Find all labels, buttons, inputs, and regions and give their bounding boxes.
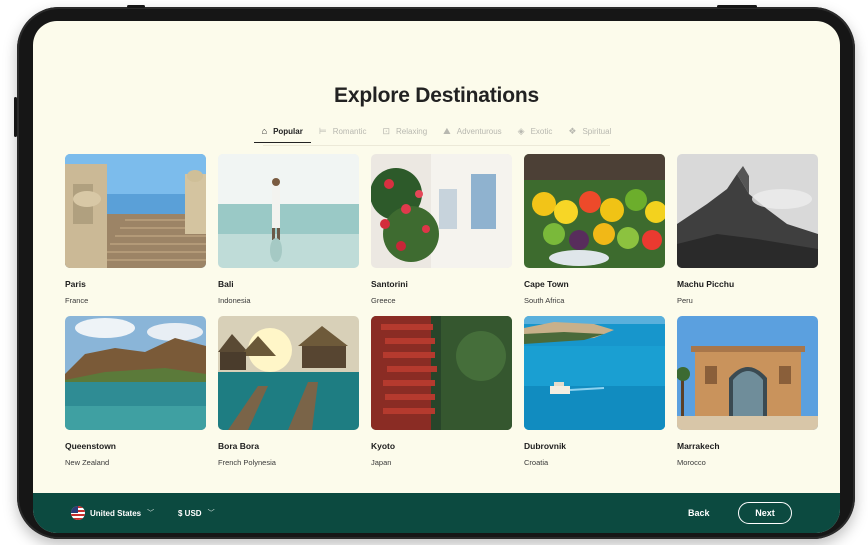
hiking-icon: ⛰	[443, 126, 451, 136]
destination-card-bali[interactable]: Bali Indonesia	[218, 154, 359, 316]
bed-icon: ⊨	[318, 126, 327, 136]
tab-popular[interactable]: ⌂ Popular	[253, 125, 312, 143]
destination-card-cape-town[interactable]: Cape Town South Africa	[524, 154, 665, 316]
back-button[interactable]: Back	[688, 508, 710, 518]
home-icon: ⌂	[261, 126, 268, 136]
destination-card-santorini[interactable]: Santorini Greece	[371, 154, 512, 316]
destination-card-marrakech[interactable]: Marrakech Morocco	[677, 316, 818, 478]
us-flag-icon	[71, 506, 85, 520]
destination-country: Greece	[371, 296, 396, 305]
destination-country: French Polynesia	[218, 458, 276, 467]
compass-icon: ◈	[517, 126, 525, 136]
destination-name: Machu Picchu	[677, 279, 735, 289]
destination-country: Indonesia	[218, 296, 251, 305]
tab-spiritual[interactable]: ❖ Spiritual	[560, 125, 619, 143]
destination-name: Bali	[218, 279, 234, 289]
destination-country: Japan	[371, 458, 392, 467]
device-button	[717, 5, 757, 8]
tab-label: Adventurous	[456, 127, 502, 136]
page-title: Explore Destinations	[334, 84, 539, 107]
destination-country: Morocco	[677, 458, 706, 467]
destination-card-bora-bora[interactable]: Bora Bora French Polynesia	[218, 316, 359, 478]
destination-card-kyoto[interactable]: Kyoto Japan	[371, 316, 512, 478]
category-tabs: ⌂ Popular ⊨ Romantic ⊡ Relaxing ⛰ Advent…	[33, 125, 840, 143]
tab-label: Spiritual	[582, 127, 612, 136]
tab-label: Relaxing	[396, 127, 428, 136]
destination-country: Croatia	[524, 458, 549, 467]
tab-romantic[interactable]: ⊨ Romantic	[311, 125, 375, 143]
destination-name: Dubrovnik	[524, 441, 567, 451]
tab-relaxing[interactable]: ⊡ Relaxing	[374, 125, 435, 143]
destination-photo	[524, 154, 665, 268]
currency-selector-label: $ USD	[178, 508, 202, 518]
destination-country: Peru	[677, 296, 693, 305]
destination-card-queenstown[interactable]: Queenstown New Zealand	[65, 316, 206, 478]
tab-divider	[263, 145, 610, 146]
destination-photo	[371, 154, 512, 268]
destination-card-paris[interactable]: Paris France	[65, 154, 206, 316]
tab-label: Romantic	[332, 127, 367, 136]
next-button[interactable]: Next	[738, 502, 792, 524]
chevron-down-icon: ﹀	[207, 510, 215, 517]
tab-exotic[interactable]: ◈ Exotic	[510, 125, 561, 143]
destination-photo	[65, 316, 206, 430]
destination-card-dubrovnik[interactable]: Dubrovnik Croatia	[524, 316, 665, 478]
device-button	[127, 5, 145, 8]
destination-photo	[218, 154, 359, 268]
destination-photo	[218, 316, 359, 430]
destination-name: Bora Bora	[218, 441, 260, 451]
country-selector-label: United States	[90, 508, 142, 518]
destination-photo	[65, 154, 206, 268]
destination-photo	[677, 316, 818, 430]
destination-name: Paris	[65, 279, 86, 289]
lotus-icon: ❖	[568, 126, 577, 136]
destination-name: Queenstown	[65, 441, 117, 451]
device-button	[14, 97, 17, 137]
destination-photo	[677, 154, 818, 268]
destination-name: Marrakech	[677, 441, 720, 451]
tab-label: Popular	[273, 127, 303, 136]
destination-country: France	[65, 296, 89, 305]
tab-adventurous[interactable]: ⛰ Adventurous	[435, 125, 509, 143]
destination-name: Santorini	[371, 279, 408, 289]
footer-bar: United States ﹀ $ USD ﹀ Back Next	[33, 493, 840, 533]
lounge-icon: ⊡	[382, 126, 391, 136]
destination-name: Kyoto	[371, 441, 396, 451]
destination-grid: Paris France Bali Indonesia Santorini Gr…	[65, 154, 818, 478]
chevron-down-icon: ﹀	[147, 510, 155, 517]
tab-label: Exotic	[530, 127, 553, 136]
destination-card-machu-picchu[interactable]: Machu Picchu Peru	[677, 154, 818, 316]
app-screen: Explore Destinations ⌂ Popular ⊨ Romanti…	[33, 21, 840, 533]
destination-photo	[371, 316, 512, 430]
destination-country: South Africa	[524, 296, 565, 305]
destination-photo	[524, 316, 665, 430]
destination-name: Cape Town	[524, 279, 569, 289]
destination-country: New Zealand	[65, 458, 110, 467]
currency-selector[interactable]: $ USD ﹀	[178, 508, 215, 518]
country-selector[interactable]: United States ﹀	[90, 508, 154, 518]
